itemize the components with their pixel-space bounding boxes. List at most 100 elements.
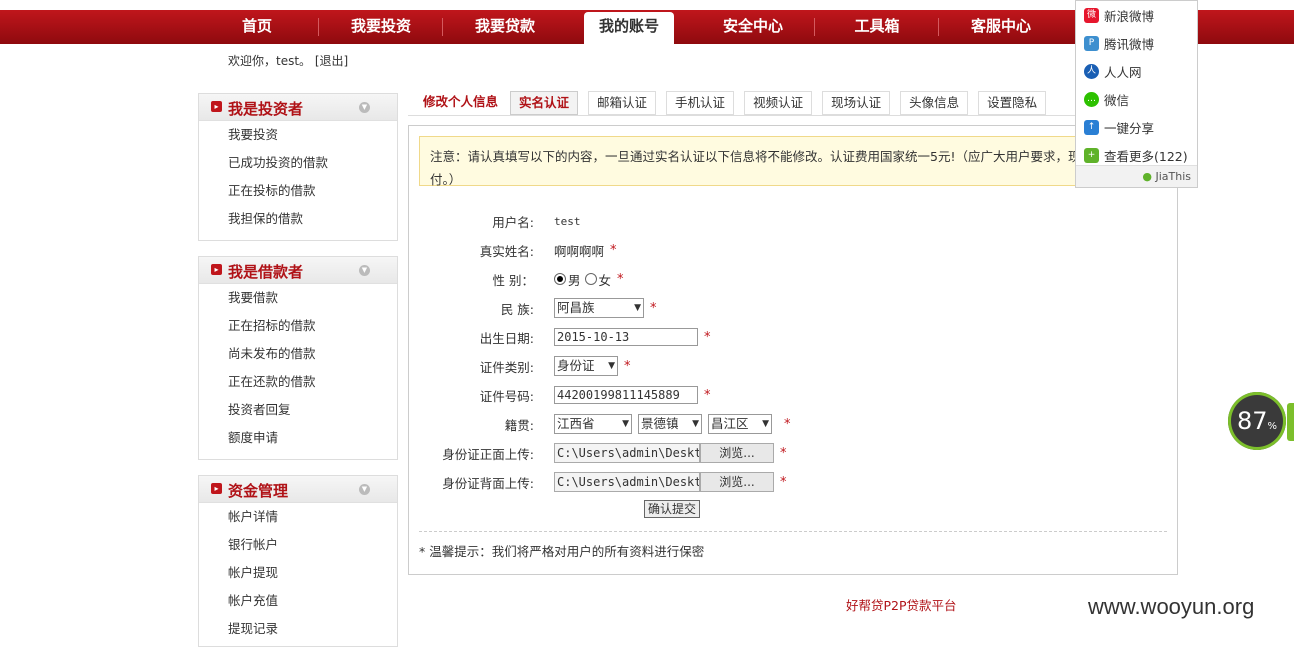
- back-file-input[interactable]: C:\Users\admin\Desktop 浏览...: [554, 472, 774, 492]
- renren-icon: 人: [1084, 63, 1099, 79]
- notice-box: 注意：请认真填写以下的内容，一旦通过实名认证以下信息将不能修改。认证费用国家统一…: [419, 136, 1155, 187]
- share-renren[interactable]: 人人人网: [1076, 57, 1197, 85]
- sidebar-investor-title: 我是投资者: [228, 100, 304, 118]
- share-tencent-weibo[interactable]: P 腾讯微博: [1076, 29, 1197, 57]
- nav-invest[interactable]: 我要投资: [319, 10, 443, 44]
- sidebar-item[interactable]: 提现记录: [199, 615, 397, 643]
- sidebar-item[interactable]: 已成功投资的借款: [199, 149, 397, 177]
- back-upload-label: 身份证背面上传:: [442, 475, 534, 491]
- notice-line: 注意：请认真填写以下的内容，一旦通过实名认证以下信息将不能修改。认证费用国家统一…: [430, 149, 1106, 164]
- collapse-icon[interactable]: ▼: [359, 102, 370, 113]
- sidebar-item[interactable]: 投资者回复: [199, 396, 397, 424]
- tab-realname[interactable]: 实名认证: [510, 91, 579, 115]
- nation-select[interactable]: 阿昌族 ▼: [554, 298, 644, 318]
- welcome-bar: 欢迎你，test。 [退出]: [228, 52, 348, 69]
- sidebar-item[interactable]: 银行帐户: [199, 531, 397, 559]
- chevron-down-icon: ▼: [634, 303, 641, 313]
- sidebar-funds-header[interactable]: ▸ 资金管理 ▼: [199, 476, 397, 503]
- share-wechat[interactable]: … 微信: [1076, 85, 1197, 113]
- share-weibo[interactable]: 微新浪微博: [1076, 1, 1197, 29]
- sidebar-item[interactable]: 额度申请: [199, 424, 397, 452]
- birth-input[interactable]: 2015-10-13: [554, 328, 698, 346]
- share-one-click[interactable]: ↑ 一键分享: [1076, 113, 1197, 141]
- idno-input[interactable]: 44200199811145889: [554, 386, 698, 404]
- sidebar-item[interactable]: 帐户提现: [199, 559, 397, 587]
- sidebar-item[interactable]: 我要投资: [199, 121, 397, 149]
- city-select[interactable]: 景德镇 ▼: [638, 414, 702, 434]
- gender-female-label: 女: [598, 272, 612, 288]
- gauge-handle[interactable]: [1287, 403, 1294, 441]
- province-select[interactable]: 江西省 ▼: [554, 414, 632, 434]
- gender-label: 性 别：: [492, 272, 534, 288]
- sidebar-borrower: ▸ 我是借款者 ▼ 我要借款 正在招标的借款 尚未发布的借款 正在还款的借款 投…: [198, 256, 398, 460]
- required-mark: *: [704, 387, 711, 403]
- divider: [408, 115, 1176, 116]
- sidebar-item[interactable]: 帐户详情: [199, 503, 397, 531]
- chevron-down-icon: ▼: [762, 419, 769, 429]
- logout-link[interactable]: [退出]: [315, 54, 348, 68]
- share-brand[interactable]: ● JiaThis: [1076, 165, 1197, 187]
- sidebar-funds-title: 资金管理: [228, 482, 289, 500]
- front-upload-row: 身份证正面上传: C:\Users\admin\Desktop 浏览... *: [419, 442, 787, 464]
- tab-onsite[interactable]: 现场认证: [822, 91, 891, 115]
- username-label: 用户名:: [492, 214, 534, 230]
- nav-loan[interactable]: 我要贷款: [443, 10, 567, 44]
- collapse-icon[interactable]: ▼: [359, 484, 370, 495]
- district-select[interactable]: 昌江区 ▼: [708, 414, 772, 434]
- front-upload-label: 身份证正面上传:: [442, 446, 534, 462]
- bullet-icon: ▸: [211, 101, 222, 112]
- back-browse-button[interactable]: 浏览...: [700, 472, 774, 492]
- idno-label: 证件号码:: [479, 388, 534, 404]
- tab-video[interactable]: 视频认证: [744, 91, 813, 115]
- tab-avatar[interactable]: 头像信息: [900, 91, 969, 115]
- speed-gauge[interactable]: 87%: [1228, 392, 1286, 450]
- idtype-select[interactable]: 身份证 ▼: [554, 356, 618, 376]
- chevron-down-icon: ▼: [608, 361, 615, 371]
- nav-my-account[interactable]: 我的账号: [584, 12, 674, 44]
- front-browse-button[interactable]: 浏览...: [700, 443, 774, 463]
- submit-button[interactable]: 确认提交: [644, 500, 700, 518]
- sidebar-funds: ▸ 资金管理 ▼ 帐户详情 银行帐户 帐户提现 帐户充值 提现记录: [198, 475, 398, 647]
- required-mark: *: [610, 242, 617, 258]
- sidebar-item[interactable]: 尚未发布的借款: [199, 340, 397, 368]
- share-label: 新浪微博: [1104, 8, 1155, 24]
- nav-home[interactable]: 首页: [195, 10, 319, 44]
- more-icon: +: [1084, 147, 1099, 163]
- sidebar-item[interactable]: 正在还款的借款: [199, 368, 397, 396]
- sidebar-borrower-header[interactable]: ▸ 我是借款者 ▼: [199, 257, 397, 284]
- chevron-down-icon: ▼: [692, 419, 699, 429]
- sidebar-item[interactable]: 正在投标的借款: [199, 177, 397, 205]
- nav-service[interactable]: 客服中心: [939, 10, 1063, 44]
- front-file-input[interactable]: C:\Users\admin\Desktop 浏览...: [554, 443, 774, 463]
- sidebar-item[interactable]: 我担保的借款: [199, 205, 397, 233]
- sidebar-item[interactable]: 正在招标的借款: [199, 312, 397, 340]
- realname-panel: 注意：请认真填写以下的内容，一旦通过实名认证以下信息将不能修改。认证费用国家统一…: [408, 125, 1178, 575]
- idno-row: 证件号码: 44200199811145889 *: [419, 384, 711, 406]
- gauge-value: 87: [1236, 407, 1268, 435]
- gender-female-radio[interactable]: [584, 273, 597, 285]
- tab-privacy[interactable]: 设置隐私: [978, 91, 1047, 115]
- birth-row: 出生日期: 2015-10-13 *: [419, 326, 711, 348]
- realname-row: 真实姓名: 啊啊啊啊 *: [419, 239, 617, 261]
- main-nav: 首页 我要投资 我要贷款 我的账号 安全中心 工具箱 客服中心: [195, 10, 1063, 44]
- nav-security[interactable]: 安全中心: [691, 10, 815, 44]
- footer-brand[interactable]: 好帮贷P2P贷款平台: [846, 595, 957, 614]
- gender-row: 性 别： 男 女 *: [419, 268, 624, 290]
- district-value: 昌江区: [711, 416, 749, 431]
- sidebar-item[interactable]: 我要借款: [199, 284, 397, 312]
- gender-male-radio[interactable]: [554, 273, 566, 285]
- sidebar-investor-header[interactable]: ▸ 我是投资者 ▼: [199, 94, 397, 121]
- required-mark: *: [780, 445, 787, 461]
- tencent-weibo-icon: P: [1084, 35, 1099, 51]
- tab-edit-profile[interactable]: 修改个人信息: [415, 91, 507, 113]
- required-mark: *: [650, 300, 657, 316]
- sidebar-item[interactable]: 帐户充值: [199, 587, 397, 615]
- required-mark: *: [784, 416, 791, 432]
- birth-label: 出生日期:: [479, 330, 534, 346]
- tab-email[interactable]: 邮箱认证: [588, 91, 657, 115]
- collapse-icon[interactable]: ▼: [359, 265, 370, 276]
- gender-male-label: 男: [568, 272, 581, 288]
- username-value: test: [554, 214, 581, 228]
- tab-phone[interactable]: 手机认证: [666, 91, 735, 115]
- nav-tools[interactable]: 工具箱: [815, 10, 939, 44]
